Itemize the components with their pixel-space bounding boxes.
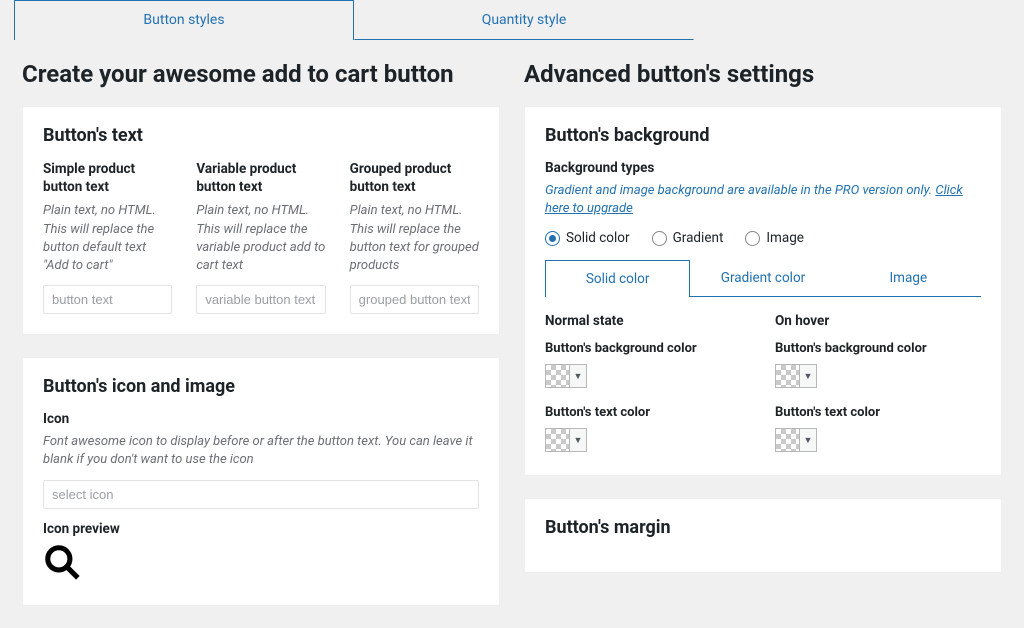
subtab-label: Solid color — [586, 271, 650, 287]
field-desc: Plain text, no HTML. This will replace t… — [350, 202, 479, 275]
field-label: Simple product button text — [43, 160, 172, 196]
background-subtabs: Solid color Gradient color Image — [545, 260, 981, 297]
subtab-label: Image — [890, 270, 928, 286]
grouped-product-input[interactable] — [350, 285, 479, 314]
top-tabs: Button styles Quantity style — [0, 0, 1024, 40]
tab-label: Quantity style — [482, 12, 567, 28]
subtab-label: Gradient color — [721, 270, 805, 286]
card-button-margin: Button's margin — [524, 498, 1002, 573]
radio-label: Gradient — [673, 230, 724, 246]
field-desc: Plain text, no HTML. This will replace t… — [196, 202, 325, 275]
state-label: Normal state — [545, 313, 751, 329]
page-title-right: Advanced button's settings — [524, 60, 1002, 88]
subtab-image[interactable]: Image — [836, 260, 981, 296]
chevron-down-icon: ▼ — [800, 365, 816, 387]
icon-preview — [43, 543, 479, 585]
icon-desc: Font awesome icon to display before or a… — [43, 433, 479, 469]
radio-gradient[interactable]: Gradient — [652, 230, 724, 246]
field-desc: Plain text, no HTML. This will replace t… — [43, 202, 172, 275]
hover-state-col: On hover Button's background color ▼ But… — [775, 313, 981, 455]
card-heading: Button's background — [545, 125, 981, 146]
normal-state-col: Normal state Button's background color ▼… — [545, 313, 751, 455]
card-heading: Button's icon and image — [43, 376, 479, 397]
pro-note: Gradient and image background are availa… — [545, 182, 981, 218]
card-button-text: Button's text Simple product button text… — [22, 106, 500, 335]
page-title-left: Create your awesome add to cart button — [22, 60, 500, 88]
field-label: Grouped product button text — [350, 160, 479, 196]
icon-select-input[interactable] — [43, 480, 479, 509]
normal-text-color-picker[interactable]: ▼ — [545, 428, 587, 452]
search-icon — [43, 566, 81, 585]
field-variable-product: Variable product button text Plain text,… — [196, 160, 325, 314]
bg-color-label: Button's background color — [775, 341, 981, 356]
simple-product-input[interactable] — [43, 285, 172, 314]
text-color-label: Button's text color — [545, 405, 751, 420]
subtab-solid-color[interactable]: Solid color — [545, 260, 690, 297]
left-column: Create your awesome add to cart button B… — [22, 60, 500, 628]
tab-quantity-style[interactable]: Quantity style — [354, 0, 694, 40]
background-type-radios: Solid color Gradient Image — [545, 230, 981, 246]
state-label: On hover — [775, 313, 981, 329]
card-button-icon: Button's icon and image Icon Font awesom… — [22, 357, 500, 605]
tab-label: Button styles — [143, 12, 224, 28]
pro-note-text: Gradient and image background are availa… — [545, 183, 935, 198]
icon-label: Icon — [43, 411, 479, 427]
radio-image[interactable]: Image — [745, 230, 804, 246]
radio-label: Image — [766, 230, 804, 246]
radio-dot-icon — [545, 231, 560, 246]
text-color-label: Button's text color — [775, 405, 981, 420]
background-types-label: Background types — [545, 160, 981, 176]
hover-text-color-picker[interactable]: ▼ — [775, 428, 817, 452]
chevron-down-icon: ▼ — [570, 429, 586, 451]
field-simple-product: Simple product button text Plain text, n… — [43, 160, 172, 314]
swatch-icon — [546, 365, 570, 387]
swatch-icon — [546, 429, 570, 451]
hover-bg-color-picker[interactable]: ▼ — [775, 364, 817, 388]
radio-dot-icon — [745, 231, 760, 246]
icon-preview-label: Icon preview — [43, 521, 479, 537]
swatch-icon — [776, 429, 800, 451]
variable-product-input[interactable] — [196, 285, 325, 314]
right-column: Advanced button's settings Button's back… — [524, 60, 1002, 628]
normal-bg-color-picker[interactable]: ▼ — [545, 364, 587, 388]
radio-dot-icon — [652, 231, 667, 246]
radio-solid-color[interactable]: Solid color — [545, 230, 630, 246]
chevron-down-icon: ▼ — [800, 429, 816, 451]
field-label: Variable product button text — [196, 160, 325, 196]
card-button-background: Button's background Background types Gra… — [524, 106, 1002, 476]
tab-button-styles[interactable]: Button styles — [14, 0, 354, 40]
swatch-icon — [776, 365, 800, 387]
subtab-gradient-color[interactable]: Gradient color — [690, 260, 835, 296]
radio-label: Solid color — [566, 230, 630, 246]
field-grouped-product: Grouped product button text Plain text, … — [350, 160, 479, 314]
chevron-down-icon: ▼ — [570, 365, 586, 387]
card-heading: Button's text — [43, 125, 479, 146]
card-heading: Button's margin — [545, 517, 981, 538]
bg-color-label: Button's background color — [545, 341, 751, 356]
